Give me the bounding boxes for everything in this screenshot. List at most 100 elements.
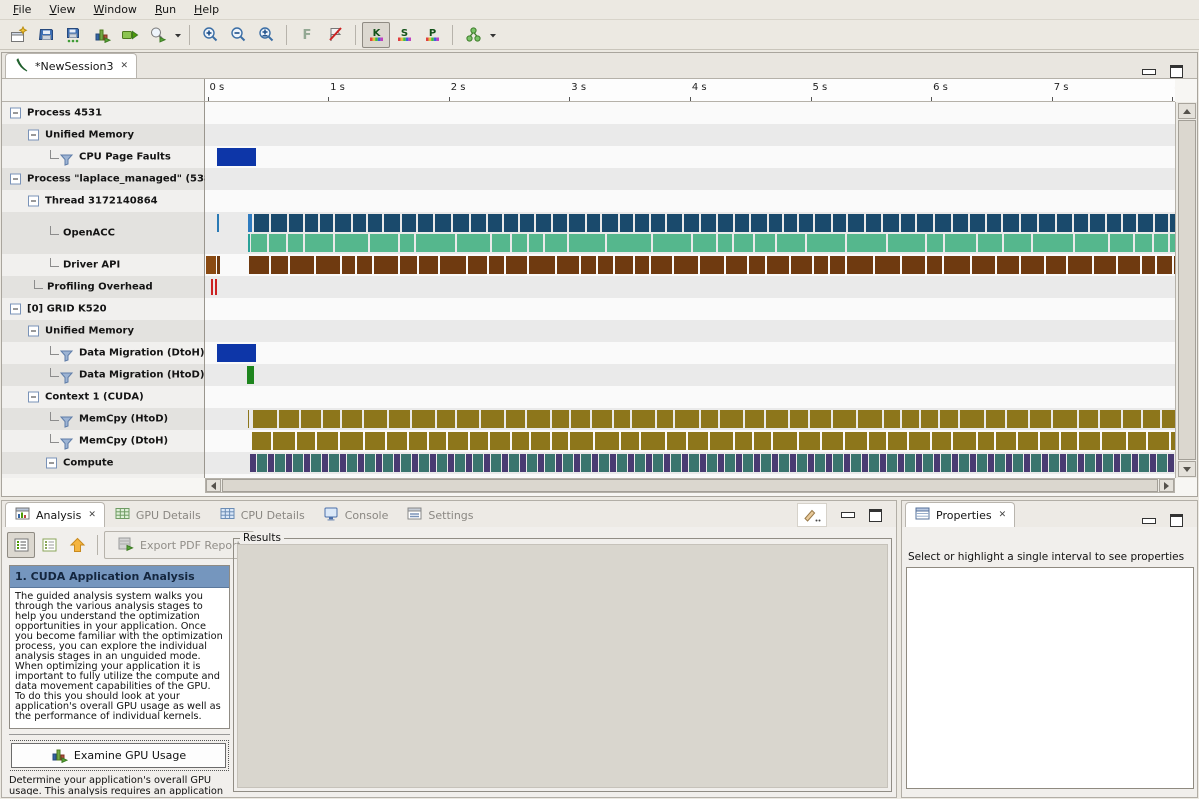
interval[interactable]	[1148, 432, 1169, 450]
tab-cpu-details[interactable]: CPU Details	[210, 503, 314, 527]
interval[interactable]	[481, 410, 504, 428]
interval[interactable]	[887, 454, 897, 472]
interval[interactable]	[529, 256, 555, 274]
interval[interactable]	[675, 410, 699, 428]
scroll-up-icon[interactable]	[1178, 103, 1196, 119]
interval[interactable]	[844, 454, 850, 472]
interval[interactable]	[972, 256, 995, 274]
interval[interactable]	[736, 454, 742, 472]
interval[interactable]	[374, 256, 398, 274]
scroll-down-icon[interactable]	[1178, 461, 1196, 477]
interval[interactable]	[1061, 432, 1077, 450]
interval[interactable]	[693, 234, 716, 252]
interval[interactable]	[419, 454, 429, 472]
interval[interactable]	[538, 454, 544, 472]
filter-icon[interactable]	[60, 369, 74, 381]
save-all-button[interactable]	[60, 22, 88, 48]
interval[interactable]	[545, 234, 567, 252]
interval[interactable]	[799, 214, 813, 232]
interval[interactable]	[664, 454, 670, 472]
new-session-button[interactable]	[4, 22, 32, 48]
interval[interactable]	[1143, 410, 1160, 428]
interval[interactable]	[689, 454, 699, 472]
interval[interactable]	[822, 432, 843, 450]
interval[interactable]	[858, 410, 882, 428]
interval[interactable]	[342, 256, 355, 274]
filter-icon[interactable]	[60, 151, 74, 163]
interval[interactable]	[488, 214, 502, 232]
interval[interactable]	[347, 454, 357, 472]
interval[interactable]	[409, 432, 427, 450]
interval[interactable]	[1103, 454, 1113, 472]
interval[interactable]	[921, 410, 938, 428]
collapse-toggle-icon[interactable]	[28, 196, 39, 207]
interval[interactable]	[810, 410, 831, 428]
interval[interactable]	[1157, 256, 1172, 274]
interval[interactable]	[651, 256, 672, 274]
interval[interactable]	[833, 454, 843, 472]
interval[interactable]	[271, 214, 287, 232]
promote-analysis-button[interactable]	[63, 532, 91, 558]
interval[interactable]	[848, 214, 864, 232]
interval[interactable]	[416, 234, 455, 252]
interval[interactable]	[869, 432, 886, 450]
interval[interactable]	[320, 214, 333, 232]
interval[interactable]	[734, 234, 753, 252]
interval[interactable]	[614, 410, 630, 428]
interval[interactable]	[394, 454, 400, 472]
interval[interactable]	[252, 432, 271, 450]
interval[interactable]	[268, 454, 274, 472]
interval[interactable]	[473, 454, 483, 472]
timeline-row-track[interactable]	[205, 102, 1175, 124]
interval[interactable]	[569, 234, 605, 252]
interval[interactable]	[502, 454, 508, 472]
interval[interactable]	[581, 454, 591, 472]
interval[interactable]	[726, 256, 747, 274]
interval[interactable]	[707, 454, 717, 472]
interval[interactable]	[646, 454, 652, 472]
collapse-toggle-icon[interactable]	[28, 326, 39, 337]
interval[interactable]	[429, 432, 446, 450]
minimize-icon[interactable]	[1142, 69, 1156, 75]
interval[interactable]	[927, 256, 942, 274]
interval[interactable]	[595, 432, 619, 450]
interval[interactable]	[1128, 432, 1146, 450]
interval[interactable]	[254, 214, 269, 232]
interval[interactable]	[448, 454, 454, 472]
timeline-row-label[interactable]: Data Migration (HtoD)	[2, 364, 205, 386]
interval[interactable]	[884, 410, 900, 428]
interval[interactable]	[598, 256, 613, 274]
interval[interactable]	[248, 234, 251, 252]
interval[interactable]	[1123, 214, 1136, 232]
interval[interactable]	[293, 454, 303, 472]
timeline-row-track[interactable]	[205, 298, 1175, 320]
interval[interactable]	[357, 256, 372, 274]
timeline-row-label[interactable]: Driver API	[2, 254, 205, 276]
interval[interactable]	[484, 454, 490, 472]
interval[interactable]	[305, 234, 333, 252]
interval[interactable]	[632, 410, 655, 428]
interval[interactable]	[615, 256, 633, 274]
interval[interactable]	[1162, 410, 1175, 428]
interval[interactable]	[279, 410, 299, 428]
timeline-row-track[interactable]	[205, 364, 1175, 386]
interval[interactable]	[574, 454, 580, 472]
interval[interactable]	[1046, 256, 1066, 274]
horizontal-scrollbar[interactable]	[205, 478, 1175, 493]
zoom-in-button[interactable]	[196, 22, 224, 48]
interval[interactable]	[1042, 454, 1048, 472]
menu-run[interactable]: Run	[146, 1, 185, 18]
interval[interactable]	[830, 256, 845, 274]
menu-file[interactable]: File	[4, 1, 40, 18]
interval[interactable]	[384, 214, 400, 232]
interval[interactable]	[743, 454, 753, 472]
interval[interactable]	[1118, 256, 1140, 274]
interval[interactable]	[1006, 454, 1012, 472]
interval[interactable]	[1021, 214, 1037, 232]
interval[interactable]	[978, 234, 1002, 252]
interval[interactable]	[288, 234, 303, 252]
timeline-row-label[interactable]: MemCpy (DtoH)	[2, 430, 205, 452]
filter-icon[interactable]	[60, 413, 74, 425]
interval[interactable]	[1123, 410, 1141, 428]
interval[interactable]	[1033, 234, 1073, 252]
